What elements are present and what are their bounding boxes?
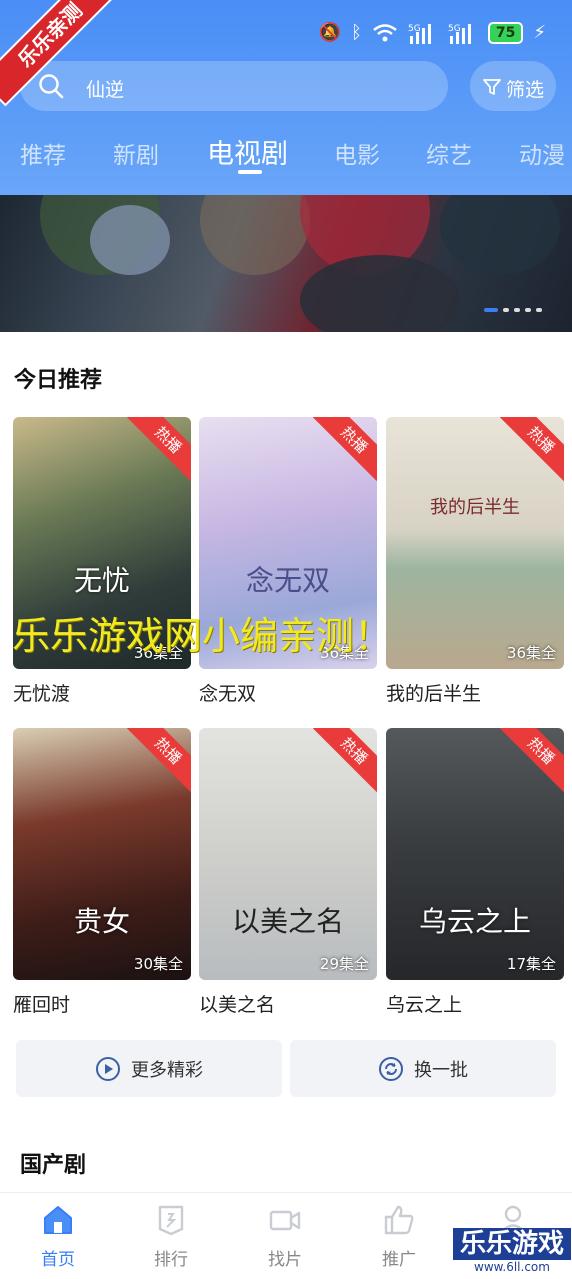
- drama-card[interactable]: 乌云之上 热播 17集全 乌云之上: [386, 728, 564, 1017]
- hot-badge: 热播: [312, 728, 377, 793]
- more-button[interactable]: 更多精彩: [16, 1040, 282, 1097]
- banner-art: [90, 205, 170, 275]
- banner-pagination: [484, 308, 542, 312]
- filter-icon: [483, 79, 501, 95]
- poster-caption: 念无双: [245, 564, 330, 597]
- hot-badge: 热播: [499, 417, 564, 482]
- more-button-label: 更多精彩: [131, 1059, 203, 1081]
- drama-title[interactable]: 乌云之上: [386, 990, 564, 1017]
- banner-dot[interactable]: [514, 308, 520, 312]
- mute-icon: 🔕: [318, 22, 342, 43]
- tab-indicator: [238, 170, 262, 174]
- drama-card[interactable]: 无忧 热播 36集全 无忧渡: [13, 417, 191, 706]
- nav-home-label: 首页: [41, 1250, 75, 1270]
- hot-badge: 热播: [126, 417, 191, 482]
- banner-art: [200, 195, 310, 275]
- drama-card[interactable]: 念无双 热播 36集全 念无双: [199, 417, 377, 706]
- video-camera-icon: [269, 1210, 301, 1231]
- tab-new-drama[interactable]: 新剧: [113, 136, 159, 170]
- hot-badge: 热播: [499, 728, 564, 793]
- poster-caption: 贵女: [73, 905, 130, 938]
- nav-promote-label: 推广: [382, 1250, 416, 1270]
- banner-art: [440, 195, 560, 275]
- tab-recommend[interactable]: 推荐: [20, 136, 66, 170]
- poster-caption: 我的后半生: [430, 497, 520, 518]
- tab-tv-series[interactable]: 电视剧: [207, 132, 288, 171]
- banner-art: [300, 255, 460, 332]
- thumbs-up-icon: [384, 1205, 414, 1235]
- drama-title[interactable]: 雁回时: [13, 990, 191, 1017]
- hot-badge: 热播: [312, 417, 377, 482]
- drama-card[interactable]: 贵女 热播 30集全 雁回时: [13, 728, 191, 1017]
- poster-image[interactable]: 我的后半生 热播 36集全: [386, 417, 564, 669]
- battery-indicator: 75: [487, 22, 524, 44]
- home-icon: [44, 1206, 72, 1234]
- tab-variety[interactable]: 综艺: [426, 136, 472, 170]
- nav-ranking-label: 排行: [154, 1250, 188, 1270]
- section-title-domestic: 国产剧: [20, 1153, 87, 1178]
- section-title-today: 今日推荐: [14, 368, 103, 393]
- corner-logo-watermark: 乐乐游戏 www.6ll.com: [453, 1228, 571, 1278]
- nav-promote[interactable]: 推广: [364, 1203, 434, 1270]
- tab-anime[interactable]: 动漫: [519, 136, 565, 170]
- nav-home[interactable]: 首页: [23, 1203, 93, 1270]
- bluetooth-icon: ᛒ: [351, 22, 362, 43]
- banner-dot[interactable]: [484, 308, 498, 312]
- corner-logo-title: 乐乐游戏: [453, 1228, 571, 1260]
- poster-image[interactable]: 贵女 热播 30集全: [13, 728, 191, 980]
- banner-dot[interactable]: [525, 308, 531, 312]
- episode-count: 36集全: [506, 644, 556, 662]
- filter-label: 筛选: [506, 79, 545, 101]
- drama-title[interactable]: 以美之名: [199, 990, 377, 1017]
- signal-5g-icon-2: 5G: [448, 24, 471, 44]
- hot-badge: 热播: [126, 728, 191, 793]
- filter-button[interactable]: 筛选: [470, 61, 556, 111]
- nav-ranking[interactable]: 排行: [136, 1203, 206, 1270]
- corner-logo-url: www.6ll.com: [453, 1260, 571, 1274]
- play-circle-icon: [96, 1056, 120, 1081]
- status-icons: 🔕 ᛒ 5G 5G 75 ⚡: [319, 22, 546, 44]
- search-icon: [39, 74, 64, 99]
- refresh-icon: [379, 1056, 403, 1081]
- drama-title[interactable]: 念无双: [199, 679, 377, 706]
- banner-dot[interactable]: [536, 308, 542, 312]
- wifi-icon: [373, 24, 397, 42]
- header: 5 🔕 ᛒ 5G 5G 75 ⚡: [0, 0, 572, 195]
- search-value: 仙逆: [86, 79, 125, 101]
- refresh-button-label: 换一批: [414, 1059, 468, 1081]
- episode-count: 30集全: [133, 955, 183, 973]
- charging-icon: ⚡: [533, 22, 546, 43]
- poster-caption: 无忧: [73, 564, 130, 597]
- nav-find[interactable]: 找片: [250, 1203, 320, 1270]
- drama-card[interactable]: 我的后半生 热播 36集全 我的后半生: [386, 417, 564, 706]
- drama-card[interactable]: 以美之名 热播 29集全 以美之名: [199, 728, 377, 1017]
- refresh-button[interactable]: 换一批: [290, 1040, 556, 1097]
- drama-title[interactable]: 我的后半生: [386, 679, 564, 706]
- ranking-icon: [158, 1205, 184, 1236]
- banner-dot[interactable]: [503, 308, 509, 312]
- poster-image[interactable]: 乌云之上 热播 17集全: [386, 728, 564, 980]
- nav-find-label: 找片: [268, 1250, 302, 1270]
- tab-movie[interactable]: 电影: [334, 136, 380, 170]
- poster-caption: 以美之名: [231, 905, 344, 938]
- poster-image[interactable]: 以美之名 热播 29集全: [199, 728, 377, 980]
- poster-caption: 乌云之上: [418, 905, 531, 938]
- hero-banner[interactable]: [0, 195, 572, 332]
- signal-5g-icon: 5G: [408, 24, 431, 44]
- category-tabs: 推荐 新剧 电视剧 电影 综艺 动漫: [0, 130, 572, 180]
- drama-title[interactable]: 无忧渡: [13, 679, 191, 706]
- episode-count: 17集全: [506, 955, 556, 973]
- search-input[interactable]: 仙逆: [20, 61, 448, 111]
- episode-count: 29集全: [319, 955, 369, 973]
- watermark-text: 乐乐游戏网小编亲测！: [12, 614, 393, 658]
